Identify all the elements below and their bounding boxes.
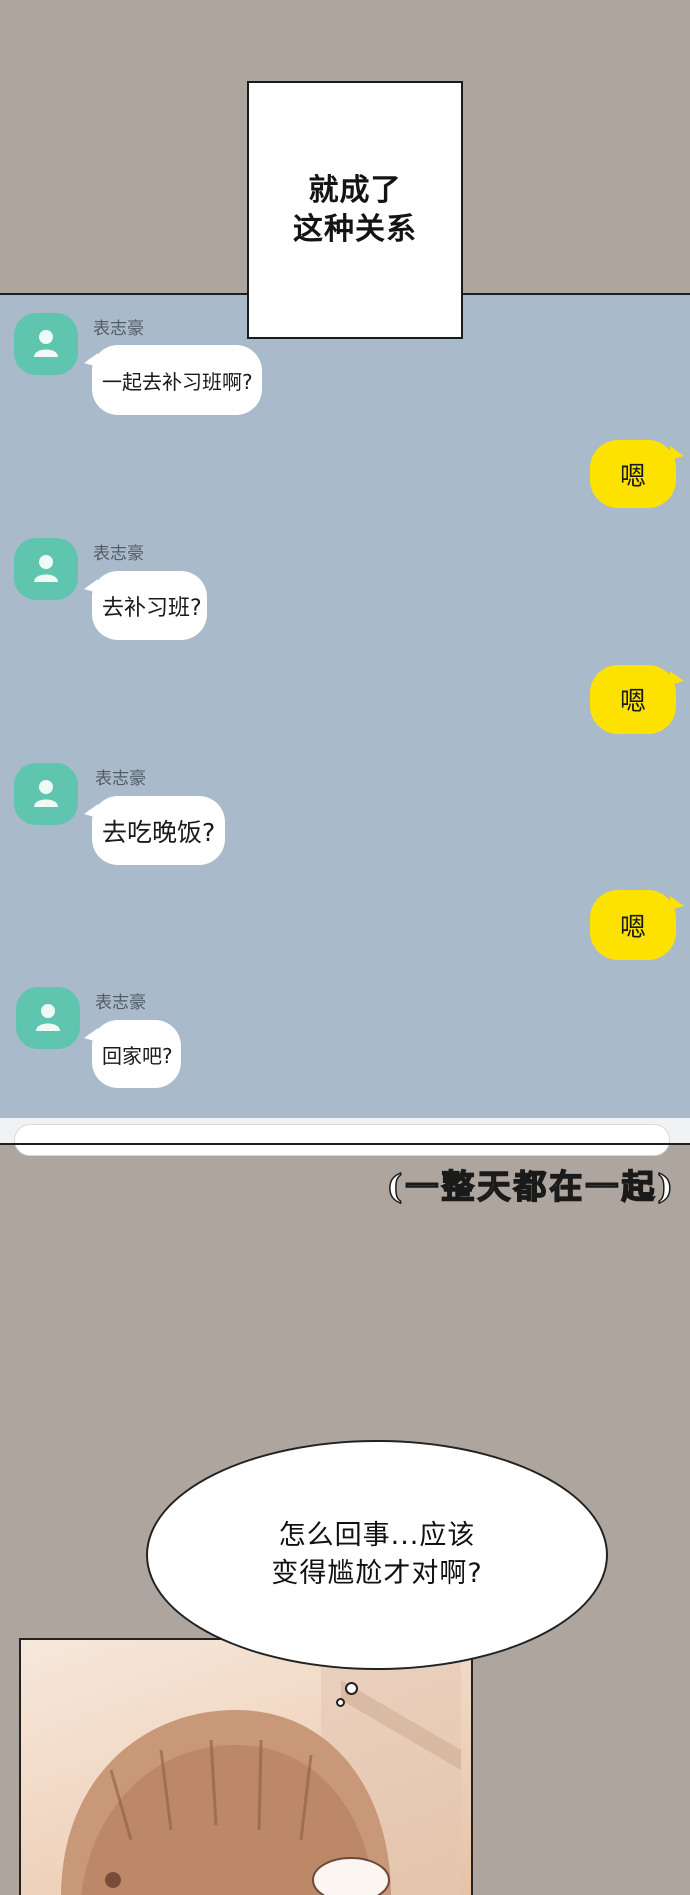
caption-line-1: 就成了 (308, 173, 402, 208)
message-text: 去补习班? (102, 595, 202, 621)
thought-dot (345, 1682, 358, 1695)
message-bubble-left[interactable]: 去补习班? (84, 571, 207, 640)
message-text: 嗯 (619, 461, 646, 492)
avatar[interactable] (16, 987, 80, 1049)
message-text: 一起去补习班啊? (102, 369, 253, 394)
person-icon (34, 330, 58, 357)
person-icon (34, 555, 58, 582)
message-bubble-left[interactable]: 去吃晚饭? (84, 796, 225, 865)
message-bubble-right[interactable]: 嗯 (590, 665, 684, 734)
thought-line-2: 变得尴尬才对啊? (271, 1558, 483, 1589)
message-text: 嗯 (619, 687, 646, 717)
sender-name: 表志豪 (95, 769, 146, 789)
message-bubble-left[interactable]: 回家吧? (84, 1020, 181, 1088)
sender-name: 表志豪 (93, 544, 144, 564)
sender-name: 表志豪 (93, 319, 144, 339)
caption-line-2: 这种关系 (293, 212, 417, 247)
person-icon (34, 780, 58, 807)
message-bubble-left[interactable]: 一起去补习班啊? (84, 345, 262, 415)
message-bubble-right[interactable]: 嗯 (590, 890, 684, 960)
message-text: 去吃晚饭? (102, 817, 216, 847)
character-illustration (61, 1660, 461, 1895)
avatar[interactable] (14, 763, 78, 825)
message-text: 嗯 (619, 912, 646, 943)
message-input-bar[interactable] (14, 1124, 670, 1156)
person-icon (36, 1004, 60, 1031)
thought-line-1: 怎么回事...应该 (278, 1520, 476, 1551)
message-text: 回家吧? (102, 1043, 173, 1068)
caption-box: 就成了 这种关系 (247, 81, 463, 339)
thought-dot (336, 1698, 345, 1707)
handwritten-caption: (一整天都在一起) (386, 1166, 676, 1207)
sender-name: 表志豪 (95, 993, 146, 1013)
thought-bubble: 怎么回事...应该 变得尴尬才对啊? (146, 1440, 608, 1670)
avatar[interactable] (14, 313, 78, 375)
illustration-panel (19, 1638, 473, 1895)
panel-divider (0, 1143, 690, 1145)
message-bubble-right[interactable]: 嗯 (590, 440, 684, 508)
avatar[interactable] (14, 538, 78, 600)
